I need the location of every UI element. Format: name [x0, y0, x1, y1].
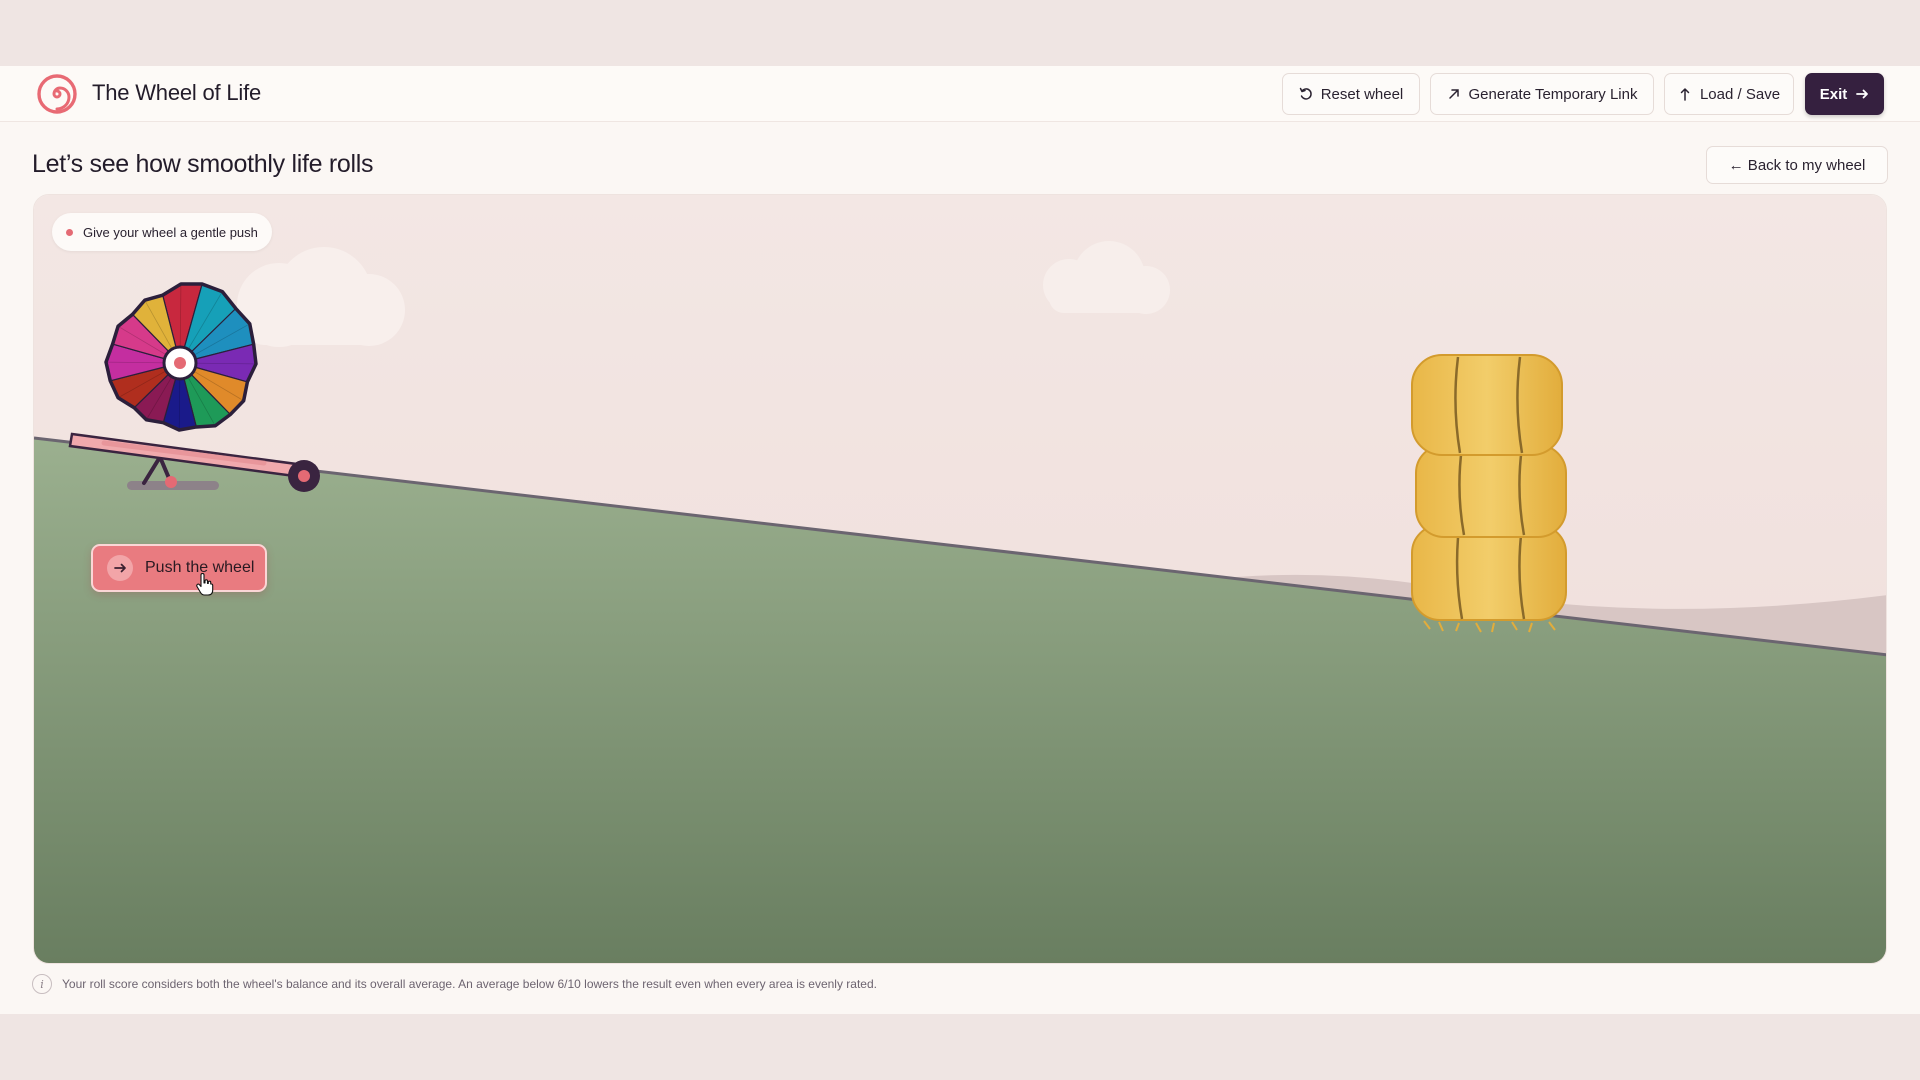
hand-pointer-icon [196, 573, 214, 596]
spiral-logo-icon [37, 74, 77, 114]
scene-background [34, 195, 1886, 963]
reset-wheel-button[interactable]: Reset wheel [1282, 73, 1420, 115]
rotate-ccw-icon [1299, 87, 1312, 100]
info-icon: i [32, 974, 52, 994]
reset-wheel-label: Reset wheel [1320, 85, 1404, 103]
status-dot [66, 228, 73, 236]
arrow-right-icon [107, 555, 133, 581]
hint-text: Give your wheel a gentle push [83, 224, 258, 240]
app-title: The Wheel of Life [92, 80, 262, 105]
generate-link-button[interactable]: Generate Temporary Link [1430, 73, 1654, 115]
top-bar: The Wheel of Life Reset wheel Generate T… [0, 66, 1920, 122]
rolling-scene: Give your wheel a gentle push Push the w… [33, 194, 1887, 964]
arrow-up-right-icon [1448, 89, 1459, 99]
footnote-text: Your roll score considers both the wheel… [62, 977, 877, 991]
generate-link-label: Generate Temporary Link [1468, 85, 1638, 103]
hay-bale-top [1411, 354, 1563, 456]
app-window: The Wheel of Life Reset wheel Generate T… [0, 66, 1920, 1014]
arrow-right-icon [1856, 89, 1869, 99]
load-save-label: Load / Save [1699, 85, 1781, 103]
exit-button[interactable]: Exit [1805, 73, 1884, 115]
push-wheel-button[interactable]: Push the wheel [91, 544, 267, 592]
score-footnote: i Your roll score considers both the whe… [32, 974, 877, 994]
exit-label: Exit [1819, 85, 1848, 103]
hay-bale-stack [1411, 354, 1567, 633]
hint-pill: Give your wheel a gentle push [52, 213, 272, 251]
page-title: Let’s see how smoothly life rolls [32, 150, 374, 178]
load-save-button[interactable]: Load / Save [1664, 73, 1794, 115]
back-to-wheel-button[interactable]: ← Back to my wheel [1706, 146, 1888, 184]
upload-icon [1680, 88, 1690, 101]
hay-bale-middle [1415, 444, 1567, 538]
hay-bale-bottom [1411, 524, 1567, 633]
